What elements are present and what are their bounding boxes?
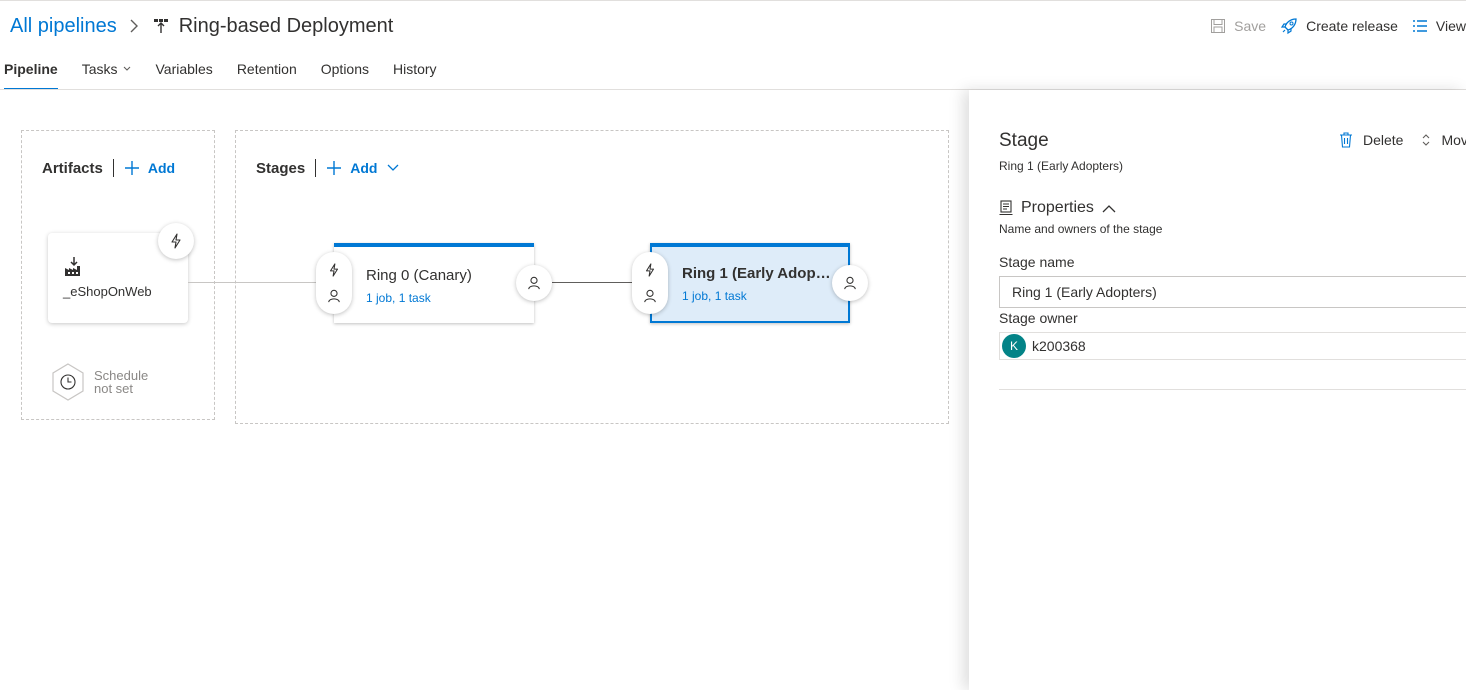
schedule-line-2: not set: [94, 381, 134, 396]
tab-history[interactable]: History: [393, 56, 437, 90]
lightning-icon: [329, 263, 339, 277]
artifacts-title: Artifacts: [42, 159, 103, 177]
stage-properties-panel: Stage Ring 1 (Early Adopters) Delete Mov…: [969, 90, 1466, 690]
build-artifact-icon: [64, 257, 84, 282]
stage-owner-label: Stage owner: [999, 310, 1078, 326]
create-release-button[interactable]: Create release: [1280, 17, 1398, 35]
all-pipelines-link[interactable]: All pipelines: [10, 15, 117, 38]
schedule-trigger[interactable]: Schedule not set: [50, 362, 148, 402]
post-deployment-conditions-button[interactable]: [832, 265, 868, 301]
view-releases-button[interactable]: View: [1412, 18, 1466, 34]
save-button[interactable]: Save: [1210, 18, 1266, 34]
stage-card-ring-0[interactable]: Ring 0 (Canary) 1 job, 1 task: [334, 243, 534, 323]
move-label: Move: [1441, 132, 1466, 148]
add-stage-label: Add: [350, 160, 378, 176]
pre-deployment-conditions-button[interactable]: [632, 252, 668, 314]
rocket-icon: [1280, 18, 1297, 35]
artifacts-header: Artifacts Add: [42, 157, 175, 179]
tab-tasks[interactable]: Tasks: [82, 56, 132, 90]
continuous-deployment-trigger-button[interactable]: [158, 223, 194, 259]
panel-actions: Delete Move: [1339, 132, 1466, 148]
add-artifact-label: Add: [147, 160, 176, 176]
person-icon: [528, 276, 540, 290]
pipeline-icon: [153, 18, 169, 34]
person-icon: [644, 289, 656, 302]
chevron-down-icon: [387, 164, 399, 171]
view-label: View: [1435, 18, 1466, 34]
breadcrumb: All pipelines Ring-based Deployment: [10, 12, 393, 40]
properties-icon: [999, 200, 1013, 216]
list-icon: [1412, 20, 1427, 32]
stages-title: Stages: [256, 159, 306, 177]
chevron-up-icon: [1102, 204, 1116, 212]
tab-variables[interactable]: Variables: [155, 56, 212, 90]
save-icon: [1211, 19, 1226, 33]
artifact-name: _eShopOnWeb: [63, 284, 152, 299]
chevron-down-icon: [124, 66, 131, 71]
stage-tasks-link[interactable]: 1 job, 1 task: [366, 291, 431, 305]
properties-description: Name and owners of the stage: [999, 222, 1163, 236]
top-border: [0, 0, 1466, 1]
tab-label: Retention: [236, 61, 297, 77]
page-title: Ring-based Deployment: [178, 14, 394, 37]
stage-card-ring-1[interactable]: Ring 1 (Early Adopters) 1 job, 1 task: [650, 243, 850, 323]
lightning-icon: [171, 233, 181, 249]
stage-name: Ring 0 (Canary): [366, 267, 472, 284]
stage-tasks-link[interactable]: 1 job, 1 task: [682, 289, 747, 303]
owner-name: k200368: [1032, 338, 1086, 354]
stage-name-label: Stage name: [999, 254, 1075, 270]
stage-name-input[interactable]: [999, 276, 1466, 308]
divider: [112, 159, 114, 177]
stage-owner-picker[interactable]: K k200368: [999, 332, 1466, 360]
person-icon: [328, 289, 340, 302]
stage-name: Ring 1 (Early Adopters): [682, 265, 832, 282]
move-stage-button[interactable]: Move: [1421, 132, 1466, 148]
chevron-right-icon: [129, 18, 139, 34]
section-divider: [999, 389, 1466, 390]
move-icon: [1423, 134, 1430, 146]
panel-title: Stage: [999, 130, 1049, 151]
delete-stage-button[interactable]: Delete: [1339, 132, 1403, 148]
tab-options[interactable]: Options: [321, 56, 369, 90]
clock-icon: [52, 363, 84, 401]
lightning-icon: [645, 263, 655, 277]
tab-label: History: [393, 61, 437, 77]
tab-label: Tasks: [81, 61, 118, 77]
add-artifact-button[interactable]: Add: [124, 160, 175, 176]
schedule-label: Schedule not set: [94, 369, 148, 395]
divider: [315, 159, 317, 177]
post-deployment-conditions-button[interactable]: [516, 265, 552, 301]
connector-line: [552, 282, 634, 283]
trash-icon: [1340, 132, 1352, 148]
toolbar: Save Create release View: [1196, 14, 1466, 38]
delete-label: Delete: [1363, 132, 1404, 148]
tab-retention[interactable]: Retention: [237, 56, 297, 90]
save-label: Save: [1234, 18, 1267, 34]
connector-line: [188, 282, 318, 283]
tab-bar: Pipeline Tasks Variables Retention Optio…: [0, 56, 461, 90]
panel-subtitle: Ring 1 (Early Adopters): [999, 159, 1124, 173]
stages-header: Stages Add: [256, 157, 399, 179]
create-release-label: Create release: [1306, 18, 1398, 34]
plus-icon: [327, 161, 342, 175]
plus-icon: [124, 161, 139, 175]
tab-label: Variables: [155, 61, 213, 77]
add-stage-button[interactable]: Add: [326, 160, 399, 176]
tab-label: Options: [320, 61, 369, 77]
avatar: K: [1002, 334, 1026, 358]
properties-title: Properties: [1021, 199, 1094, 216]
pre-deployment-conditions-button[interactable]: [316, 252, 352, 314]
tab-label: Pipeline: [4, 61, 58, 77]
properties-section-toggle[interactable]: Properties: [999, 199, 1116, 217]
person-icon: [844, 276, 856, 290]
tab-pipeline[interactable]: Pipeline: [4, 56, 58, 90]
